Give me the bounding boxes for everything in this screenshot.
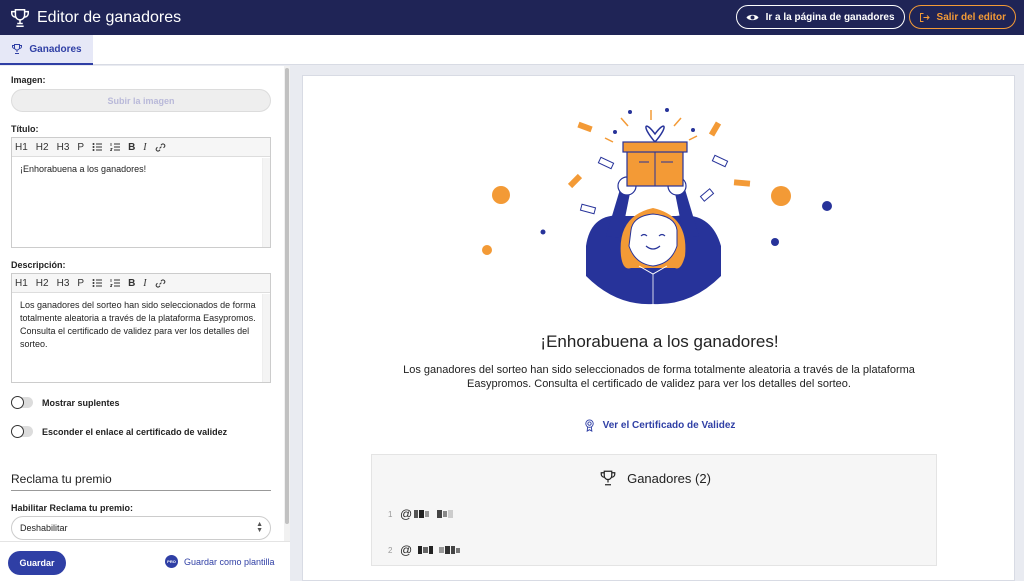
winner-name-censored [414, 510, 454, 518]
bold-button[interactable]: B [128, 278, 135, 289]
go-to-winners-button[interactable]: Ir a la página de ganadores [735, 5, 905, 29]
title-label: Título: [11, 124, 39, 134]
h3-button[interactable]: H3 [57, 142, 70, 153]
title-editor-scrollbar[interactable] [262, 158, 270, 247]
claim-enable-value: Deshabilitar [20, 523, 68, 533]
link-icon[interactable] [155, 142, 166, 153]
show-substitutes-label: Mostrar suplentes [42, 397, 120, 408]
medal-icon [584, 419, 594, 432]
preview-title: ¡Enhorabuena a los ganadores! [540, 332, 779, 351]
exit-editor-button[interactable]: Salir del editor [908, 5, 1016, 29]
preview-description: Los ganadores del sorteo han sido selecc… [403, 364, 915, 390]
h2-button[interactable]: H2 [36, 278, 49, 289]
h3-button[interactable]: H3 [57, 278, 70, 289]
hide-certificate-row: Esconder el enlace al certificado de val… [11, 425, 228, 438]
trophy-icon [12, 44, 23, 54]
winner-row: 2 @ [388, 537, 924, 563]
italic-button[interactable]: I [143, 278, 146, 289]
bullet-list-icon[interactable] [92, 142, 103, 152]
winner-index: 1 [388, 509, 393, 519]
upload-image-button[interactable]: Subir la imagen [11, 89, 271, 112]
description-label: Descripción: [11, 260, 66, 270]
section-divider [11, 490, 271, 491]
claim-enable-label: Habilitar Reclama tu premio: [11, 503, 134, 513]
hide-certificate-label: Esconder el enlace al certificado de val… [42, 426, 228, 437]
trophy-icon [11, 8, 29, 27]
exit-icon [919, 12, 930, 22]
winners-heading-label: Ganadores (2) [627, 470, 711, 486]
description-editor-toolbar: H1 H2 H3 P B I [12, 274, 270, 293]
celebration-illustration [482, 108, 832, 305]
h1-button[interactable]: H1 [15, 278, 28, 289]
save-button[interactable]: Guardar [8, 551, 66, 575]
panel-footer: Guardar PRO Guardar como plantilla [0, 541, 290, 581]
paragraph-button[interactable]: P [77, 142, 84, 153]
eye-icon [746, 14, 759, 20]
winners-page-preview: ¡Enhorabuena a los ganadores! Los ganado… [302, 75, 1015, 581]
description-editor-content[interactable]: Los ganadores del sorteo han sido selecc… [12, 293, 270, 357]
winner-name-censored [414, 546, 461, 554]
save-as-template-link[interactable]: PRO Guardar como plantilla [165, 555, 275, 568]
title-editor-content[interactable]: ¡Enhorabuena a los ganadores! [12, 157, 270, 182]
trophy-icon [600, 470, 616, 486]
winner-index: 2 [388, 545, 393, 555]
link-icon[interactable] [155, 278, 166, 289]
panel-scrollbar[interactable] [284, 66, 290, 541]
go-to-winners-label: Ir a la página de ganadores [765, 11, 895, 23]
select-caret-icon: ▲ ▼ [256, 521, 263, 534]
claim-enable-select[interactable]: Deshabilitar ▲ ▼ [11, 516, 271, 540]
winners-heading: Ganadores (2) [372, 469, 938, 487]
pro-badge: PRO [165, 555, 178, 568]
bullet-list-icon[interactable] [92, 278, 103, 288]
claim-prize-section-title: Reclama tu premio [11, 472, 112, 486]
save-as-template-label: Guardar como plantilla [184, 556, 275, 567]
settings-panel: Imagen: Subir la imagen Título: H1 H2 H3… [0, 66, 290, 581]
tab-winners-label: Ganadores [29, 43, 82, 55]
show-substitutes-toggle[interactable] [11, 396, 33, 409]
h1-button[interactable]: H1 [15, 142, 28, 153]
description-editor: H1 H2 H3 P B I Los ganadores del sorteo … [11, 273, 271, 383]
numbered-list-icon[interactable] [110, 142, 121, 152]
title-editor-toolbar: H1 H2 H3 P B I [12, 138, 270, 157]
show-substitutes-row: Mostrar suplentes [11, 396, 120, 409]
description-editor-scrollbar[interactable] [262, 294, 270, 382]
winners-box: Ganadores (2) 1 @ 2 @ [371, 454, 937, 566]
tab-bar: Ganadores [0, 35, 1024, 65]
tab-winners[interactable]: Ganadores [0, 35, 93, 65]
winner-handle: @ [400, 507, 413, 521]
certificate-link-label: Ver el Certificado de Validez [602, 420, 736, 431]
hide-certificate-toggle[interactable] [11, 425, 33, 438]
italic-button[interactable]: I [143, 142, 146, 153]
winner-handle: @ [400, 543, 413, 557]
image-label: Imagen: [11, 75, 46, 85]
certificate-link[interactable]: Ver el Certificado de Validez [303, 419, 1014, 432]
bold-button[interactable]: B [128, 142, 135, 153]
top-bar: Editor de ganadores Ir a la página de ga… [0, 0, 1024, 35]
winner-row: 1 @ [388, 501, 924, 527]
paragraph-button[interactable]: P [77, 278, 84, 289]
numbered-list-icon[interactable] [110, 278, 121, 288]
exit-editor-label: Salir del editor [936, 11, 1006, 23]
app-title: Editor de ganadores [37, 8, 182, 26]
title-editor: H1 H2 H3 P B I ¡Enhorabuena a los ganado… [11, 137, 271, 248]
h2-button[interactable]: H2 [36, 142, 49, 153]
